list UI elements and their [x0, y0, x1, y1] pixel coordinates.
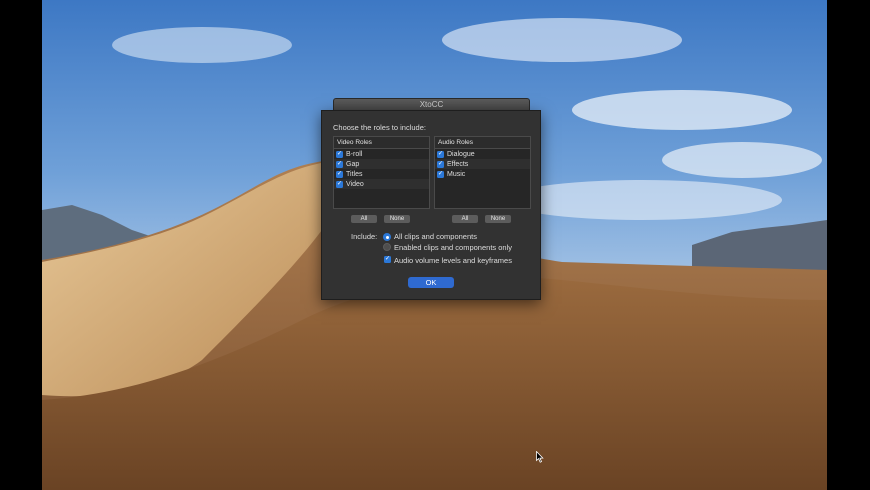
video-roles-header: Video Roles [334, 137, 429, 149]
include-label: Include: [351, 232, 378, 241]
checkmark-icon[interactable]: ✓ [437, 160, 444, 168]
audio-levels-checkbox-label[interactable]: Audio volume levels and keyframes [394, 256, 512, 265]
checkmark-icon[interactable]: ✓ [336, 160, 343, 168]
role-label: Effects [447, 160, 469, 168]
checkmark-icon[interactable]: ✓ [437, 150, 444, 158]
list-item[interactable]: ✓ B-roll [334, 149, 429, 159]
ok-button[interactable]: OK [408, 277, 454, 288]
screen: XtoCC Choose the roles to include: Video… [0, 0, 870, 490]
role-label: Dialogue [447, 150, 475, 158]
list-item[interactable]: ✓ Video [334, 179, 429, 189]
empty-row [435, 189, 530, 199]
prompt-label: Choose the roles to include: [333, 123, 426, 132]
list-item[interactable]: ✓ Gap [334, 159, 429, 169]
audio-all-button[interactable]: All [452, 215, 478, 223]
audio-roles-header: Audio Roles [435, 137, 530, 149]
audio-none-button[interactable]: None [485, 215, 511, 223]
checkmark-icon[interactable]: ✓ [336, 150, 343, 158]
empty-row [334, 189, 429, 199]
role-label: Gap [346, 160, 360, 168]
list-item[interactable]: ✓ Music [435, 169, 530, 179]
radio-all-clips-label[interactable]: All clips and components [394, 232, 477, 241]
checkmark-icon[interactable]: ✓ [437, 170, 444, 178]
roles-dialog: Choose the roles to include: Video Roles… [321, 110, 541, 300]
checkmark-icon[interactable]: ✓ [336, 180, 343, 188]
list-item[interactable]: ✓ Dialogue [435, 149, 530, 159]
radio-enabled-clips-label[interactable]: Enabled clips and components only [394, 243, 512, 252]
role-label: B-roll [346, 150, 363, 158]
mouse-pointer-icon [536, 451, 544, 463]
radio-all-clips[interactable] [383, 233, 391, 241]
role-label: Video [346, 180, 364, 188]
window-title: XtoCC [419, 100, 444, 109]
role-label: Music [447, 170, 466, 178]
checkmark-icon[interactable]: ✓ [336, 170, 343, 178]
role-label: Titles [346, 170, 363, 178]
audio-roles-list[interactable]: Audio Roles ✓ Dialogue ✓ Effects ✓ Music [434, 136, 531, 209]
list-item[interactable]: ✓ Titles [334, 169, 429, 179]
empty-row [435, 179, 530, 189]
video-none-button[interactable]: None [384, 215, 410, 223]
list-item[interactable]: ✓ Effects [435, 159, 530, 169]
checkmark-icon[interactable]: ✓ [384, 256, 391, 263]
radio-enabled-clips[interactable] [383, 243, 391, 251]
video-roles-list[interactable]: Video Roles ✓ B-roll ✓ Gap ✓ Titles ✓ Vi… [333, 136, 430, 209]
video-all-button[interactable]: All [351, 215, 377, 223]
